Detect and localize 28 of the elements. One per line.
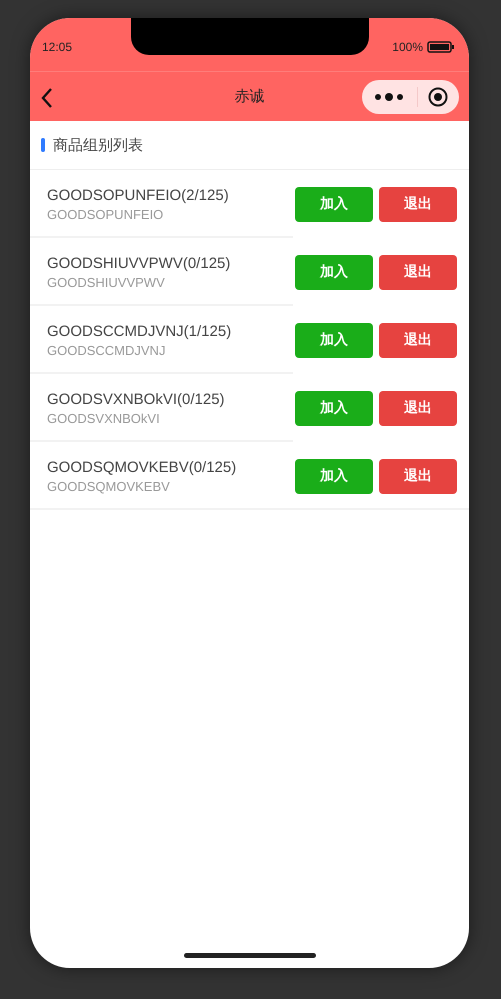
group-name: GOODSQMOVKEBV(0/125) [47, 458, 238, 476]
group-name: GOODSCCMDJVNJ(1/125) [47, 322, 232, 340]
accent-bar [41, 138, 45, 152]
group-name: GOODSHIUVVPWV(0/125) [47, 254, 232, 272]
leave-button[interactable]: 退出 [379, 322, 457, 358]
section-title: 商品组别列表 [53, 136, 143, 154]
join-button[interactable]: 加入 [295, 390, 373, 426]
status-time: 12:05 [42, 40, 72, 54]
battery-level: 100% [392, 40, 423, 54]
group-code: GOODSCCMDJVNJ [47, 342, 166, 358]
leave-button[interactable]: 退出 [379, 186, 457, 222]
group-name: GOODSOPUNFEIO(2/125) [47, 186, 230, 204]
group-code: GOODSOPUNFEIO [47, 206, 164, 222]
battery-icon [427, 40, 455, 52]
page-title: 赤诚 [234, 87, 264, 106]
join-button[interactable]: 加入 [295, 322, 373, 358]
leave-button[interactable]: 退出 [379, 458, 457, 494]
group-code: GOODSHIUVVPWV [47, 274, 166, 290]
group-name: GOODSVXNBOkVI(0/125) [47, 390, 226, 408]
join-button[interactable]: 加入 [295, 186, 373, 222]
back-icon[interactable] [40, 86, 54, 108]
join-button[interactable]: 加入 [295, 458, 373, 494]
group-code: GOODSVXNBOkVI [47, 410, 161, 426]
group-code: GOODSQMOVKEBV [47, 478, 171, 494]
leave-button[interactable]: 退出 [379, 390, 457, 426]
leave-button[interactable]: 退出 [379, 254, 457, 290]
close-icon[interactable] [426, 86, 449, 108]
join-button[interactable]: 加入 [295, 254, 373, 290]
